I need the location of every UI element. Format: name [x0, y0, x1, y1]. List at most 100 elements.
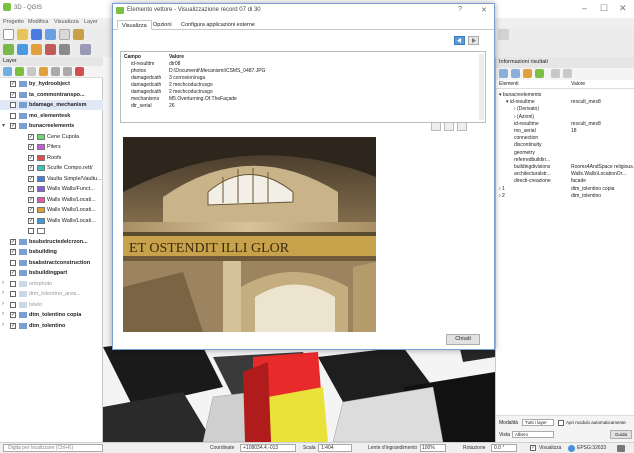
expand-arrow-icon[interactable]: › — [2, 290, 4, 296]
view-select[interactable]: Albero — [512, 431, 554, 438]
layer-visibility-checkbox[interactable]: ✓ — [28, 217, 34, 224]
layer-visibility-checkbox[interactable]: ✓ — [10, 312, 16, 318]
identify-row[interactable]: discontinuity — [496, 142, 634, 149]
collapse-all-icon[interactable] — [63, 67, 72, 76]
attribute-row[interactable]: damagedcath 2 mechcoductrusgo — [121, 89, 481, 96]
identify-row[interactable]: mo_serial 18 — [496, 128, 634, 135]
render-checkbox[interactable]: ✓ — [530, 445, 536, 451]
copy-feature-icon[interactable] — [551, 69, 560, 78]
layer-item[interactable]: ✓ Sculte Compo.rett/ — [0, 163, 103, 173]
layer-item[interactable]: ✓ Cene Cupola — [0, 132, 103, 142]
layer-item[interactable]: ✓ ta_commontranspo... — [0, 90, 103, 100]
layer-item[interactable]: ✓ bsbuildingpart — [0, 268, 103, 278]
print-results-icon[interactable] — [563, 69, 572, 78]
identify-row[interactable]: buildingdivisions Rooms4AndSpace religiou… — [496, 164, 634, 171]
layer-visibility-checkbox[interactable]: ✓ — [28, 186, 34, 192]
layer-visibility-checkbox[interactable] — [10, 102, 16, 108]
layer-item[interactable]: mo_elementesk — [0, 111, 103, 121]
layout-manager-icon[interactable] — [73, 29, 84, 40]
attribute-row[interactable]: id-resulttm dtr08 — [121, 61, 481, 68]
layer-visibility-checkbox[interactable]: ✓ — [10, 249, 16, 255]
identify-row[interactable]: referredbuildin... — [496, 157, 634, 164]
layer-item[interactable]: ✓ Walls Walls/Funct... — [0, 184, 103, 194]
layer-visibility-checkbox[interactable]: ✓ — [28, 154, 34, 161]
attribute-row[interactable]: mechanisms M5.Overturning.Of.TheFaçade — [121, 96, 481, 103]
filter-legend-icon[interactable] — [39, 67, 48, 76]
fit-image-icon[interactable] — [457, 122, 467, 131]
expand-all-icon[interactable] — [51, 67, 60, 76]
layer-item[interactable]: ✓ Walls Walls/Locati... — [0, 195, 103, 205]
dialog-help-button[interactable]: ? — [458, 6, 462, 13]
layer-visibility-checkbox[interactable]: ✓ — [28, 196, 34, 203]
identify-row[interactable]: geometry — [496, 150, 634, 157]
mode-select[interactable]: Tutti i layer — [522, 419, 554, 426]
next-record-button[interactable] — [468, 36, 479, 45]
layer-visibility-checkbox[interactable]: ✓ — [10, 91, 16, 98]
save-as-icon[interactable] — [45, 29, 56, 40]
layer-visibility-checkbox[interactable]: ✓ — [28, 133, 34, 140]
layer-item[interactable]: ✓ Walls Walls/Locati... — [0, 216, 103, 226]
layer-item[interactable]: › Istelo — [0, 300, 103, 310]
remove-layer-icon[interactable] — [75, 67, 84, 76]
expand-arrow-icon[interactable]: › — [2, 301, 4, 307]
layer-visibility-checkbox[interactable] — [10, 112, 16, 119]
layer-visibility-checkbox[interactable] — [10, 280, 16, 287]
layer-item[interactable]: bdamage_mechanism — [0, 100, 103, 110]
expand-arrow-icon[interactable]: › — [2, 322, 4, 328]
print-layout-icon[interactable] — [59, 29, 70, 40]
edit-icon[interactable] — [59, 44, 70, 55]
identify-row[interactable]: directi-creazione facade — [496, 178, 634, 185]
layer-visibility-checkbox[interactable]: ✓ — [28, 207, 34, 213]
identify-row[interactable]: architecturalstr... Walls.Walls\LocationO… — [496, 171, 634, 178]
menu-layer[interactable]: Layer — [84, 19, 98, 25]
layer-visibility-checkbox[interactable] — [10, 291, 16, 297]
identify-row[interactable]: › 1 dtm_tolentino copia — [496, 186, 634, 193]
layer-item[interactable]: › ✓ dtm_tolentino copia — [0, 310, 103, 320]
layer-item[interactable]: ✓ bsbuilding — [0, 247, 103, 257]
layer-visibility-checkbox[interactable]: ✓ — [10, 270, 16, 276]
manage-visibility-icon[interactable] — [27, 67, 36, 76]
attribute-row[interactable]: photos D:\Documenti\Mecanismi\CSMS_0487.J… — [121, 68, 481, 75]
layer-item[interactable]: › ✓ dtm_tolentino — [0, 321, 103, 331]
digitize-icon[interactable] — [45, 44, 56, 55]
layer-visibility-checkbox[interactable]: ✓ — [10, 322, 16, 329]
layer-visibility-checkbox[interactable]: ✓ — [28, 144, 34, 150]
layer-visibility-checkbox[interactable] — [10, 301, 16, 308]
add-group-icon[interactable] — [15, 67, 24, 76]
crs-label[interactable]: EPSG:32633 — [577, 445, 606, 451]
attr-scrollbar[interactable] — [479, 54, 484, 120]
messages-icon[interactable] — [617, 445, 625, 452]
add-wms-icon[interactable] — [31, 44, 42, 55]
expand-new-icon[interactable] — [523, 69, 532, 78]
maximize-button[interactable]: ☐ — [600, 3, 608, 14]
zoom-out-image-icon[interactable] — [444, 122, 454, 131]
identify-row[interactable]: › (Azioni) — [496, 114, 634, 121]
layer-item[interactable]: › ortophoto — [0, 279, 103, 289]
identify-row[interactable]: id-resultme rescult_mes8 — [496, 121, 634, 128]
table-icon[interactable] — [498, 29, 509, 40]
tab-options[interactable]: Opzioni — [149, 20, 176, 30]
layer-visibility-checkbox[interactable]: ✓ — [28, 165, 34, 171]
close-window-button[interactable]: ✕ — [619, 3, 627, 14]
layer-item[interactable]: ✓ Vaulta Simple/Vaultu... — [0, 174, 103, 184]
minimize-button[interactable]: – — [582, 3, 587, 13]
help-button[interactable]: Guida — [610, 430, 632, 439]
expand-arrow-icon[interactable]: › — [2, 311, 4, 317]
identify-row[interactable]: ▾ id-resultme rescult_mes8 — [496, 99, 634, 106]
add-raster-icon[interactable] — [17, 44, 28, 55]
clear-results-icon[interactable] — [535, 69, 544, 78]
layer-visibility-checkbox[interactable] — [28, 228, 34, 234]
identify-row[interactable]: › 2 dtm_tolentino — [496, 193, 634, 200]
attribute-row[interactable]: dtr_serial 26 — [121, 103, 481, 110]
layer-visibility-checkbox[interactable]: ✓ — [10, 81, 16, 87]
add-vector-icon[interactable] — [3, 44, 14, 55]
layer-item[interactable]: bsabstractconstruction — [0, 258, 103, 268]
tab-external-apps[interactable]: Configura applicazioni esterne — [177, 20, 259, 30]
layer-item[interactable]: ✓ bsubstructedelcrzon... — [0, 237, 103, 247]
layer-item[interactable]: ▾ ✓ bunacreelements — [0, 121, 103, 131]
open-styling-icon[interactable] — [3, 67, 12, 76]
layer-item[interactable]: ✓ Roofs — [0, 153, 103, 163]
zoom-in-image-icon[interactable] — [431, 122, 441, 131]
layer-visibility-checkbox[interactable]: ✓ — [10, 238, 16, 245]
attribute-row[interactable]: damagedcath 2 mechcoductrusgo — [121, 82, 481, 89]
